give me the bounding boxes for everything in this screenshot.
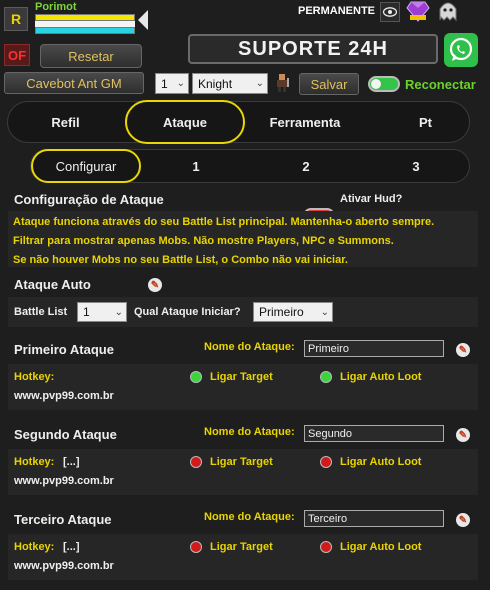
info-box: Ataque funciona através do seu Battle Li… bbox=[8, 211, 478, 267]
slot-select-value: 1 bbox=[161, 76, 168, 91]
whatsapp-icon[interactable] bbox=[444, 33, 478, 67]
hotkey-label: Hotkey: bbox=[14, 371, 55, 383]
chevron-down-icon: ⌄ bbox=[255, 78, 264, 89]
tab-ataque[interactable]: Ataque bbox=[125, 100, 245, 144]
loot-status-dot[interactable] bbox=[320, 456, 332, 468]
qual-ataque-label: Qual Ataque Iniciar? bbox=[134, 306, 241, 318]
battle-list-select[interactable]: 1 ⌄ bbox=[77, 302, 127, 322]
info-line: Ataque funciona através do seu Battle Li… bbox=[13, 216, 435, 228]
cavebot-button[interactable]: Cavebot Ant GM bbox=[4, 72, 144, 94]
ligar-loot-label: Ligar Auto Loot bbox=[340, 371, 422, 383]
ligar-loot-label: Ligar Auto Loot bbox=[340, 541, 422, 553]
config-title: Configuração de Ataque bbox=[14, 192, 164, 207]
character-name: Porimot bbox=[35, 1, 77, 13]
pin-icon[interactable]: ✎ bbox=[456, 428, 470, 442]
qual-ataque-value: Primeiro bbox=[259, 305, 304, 319]
info-line: Se não houver Mobs no seu Battle List, o… bbox=[13, 254, 348, 266]
health-bar bbox=[35, 14, 135, 21]
resetar-button[interactable]: Resetar bbox=[40, 44, 142, 68]
attack-name-input[interactable]: Primeiro bbox=[304, 340, 444, 357]
chevron-down-icon: ⌄ bbox=[176, 78, 185, 89]
attack-name-label: Nome do Ataque: bbox=[204, 426, 295, 438]
loot-status-dot[interactable] bbox=[320, 371, 332, 383]
vocation-select-value: Knight bbox=[198, 76, 233, 91]
r-button[interactable]: R bbox=[4, 7, 28, 31]
target-status-dot[interactable] bbox=[190, 371, 202, 383]
ligar-target-label: Ligar Target bbox=[210, 541, 273, 553]
attack-title: Primeiro Ataque bbox=[14, 342, 114, 357]
mana-bar bbox=[35, 27, 135, 34]
permanente-label: PERMANENTE bbox=[298, 5, 376, 17]
sub-tabbar: Configurar 1 2 3 bbox=[30, 149, 470, 183]
pin-icon[interactable]: ✎ bbox=[456, 513, 470, 527]
tab-configurar[interactable]: Configurar bbox=[31, 149, 141, 183]
attack-name-label: Nome do Ataque: bbox=[204, 341, 295, 353]
site-url[interactable]: www.pvp99.com.br bbox=[14, 560, 114, 572]
ligar-target-label: Ligar Target bbox=[210, 371, 273, 383]
attack-panel: Hotkey: [...] Ligar Target Ligar Auto Lo… bbox=[8, 449, 478, 495]
site-url[interactable]: www.pvp99.com.br bbox=[14, 390, 114, 402]
battle-list-panel: Battle List 1 ⌄ Qual Ataque Iniciar? Prim… bbox=[8, 297, 478, 327]
slot-select[interactable]: 1 ⌄ bbox=[155, 73, 189, 94]
tab-refil[interactable]: Refil bbox=[18, 102, 113, 142]
hotkey-label: Hotkey: bbox=[14, 456, 55, 468]
off-button[interactable]: OF bbox=[4, 44, 30, 66]
gem-icon[interactable] bbox=[406, 0, 430, 27]
chevron-down-icon: ⌄ bbox=[114, 306, 123, 318]
battle-list-value: 1 bbox=[83, 305, 90, 319]
vocation-select[interactable]: Knight ⌄ bbox=[192, 73, 268, 94]
attack-title: Segundo Ataque bbox=[14, 427, 117, 442]
attack-panel: Hotkey: [...] Ligar Target Ligar Auto Lo… bbox=[8, 534, 478, 580]
tab-ferramenta[interactable]: Ferramenta bbox=[250, 102, 360, 142]
site-url[interactable]: www.pvp99.com.br bbox=[14, 475, 114, 487]
eye-icon[interactable] bbox=[380, 2, 400, 22]
ligar-loot-label: Ligar Auto Loot bbox=[340, 456, 422, 468]
hotkey-value[interactable]: [...] bbox=[63, 456, 80, 468]
attack-name-label: Nome do Ataque: bbox=[204, 511, 295, 523]
attack-name-input[interactable]: Terceiro bbox=[304, 510, 444, 527]
salvar-button[interactable]: Salvar bbox=[299, 73, 359, 95]
tab-3[interactable]: 3 bbox=[381, 150, 451, 182]
battle-list-label: Battle List bbox=[14, 306, 68, 318]
hud-label: Ativar Hud? bbox=[340, 193, 403, 205]
reconectar-label: Reconectar bbox=[405, 77, 476, 92]
tab-1[interactable]: 1 bbox=[161, 150, 231, 182]
collapse-arrow-icon[interactable] bbox=[138, 10, 148, 30]
character-icon bbox=[273, 72, 293, 99]
attack-title: Terceiro Ataque bbox=[14, 512, 112, 527]
info-line: Filtrar para mostrar apenas Mobs. Não mo… bbox=[13, 235, 394, 247]
suporte-banner[interactable]: SUPORTE 24H bbox=[188, 34, 438, 64]
tab-pt[interactable]: Pt bbox=[378, 102, 473, 142]
ataque-auto-label: Ataque Auto bbox=[14, 277, 91, 292]
chevron-down-icon: ⌄ bbox=[320, 306, 329, 318]
qual-ataque-select[interactable]: Primeiro ⌄ bbox=[253, 302, 333, 322]
main-tabbar: Refil Ataque Ferramenta Pt bbox=[7, 100, 473, 144]
pin-icon[interactable]: ✎ bbox=[456, 343, 470, 357]
ghost-icon[interactable] bbox=[436, 0, 460, 27]
attack-panel: Hotkey: Ligar Target Ligar Auto Loot www… bbox=[8, 364, 478, 410]
pin-icon[interactable]: ✎ bbox=[148, 278, 162, 292]
reconectar-toggle[interactable] bbox=[368, 76, 400, 92]
tab-2[interactable]: 2 bbox=[271, 150, 341, 182]
target-status-dot[interactable] bbox=[190, 456, 202, 468]
target-status-dot[interactable] bbox=[190, 541, 202, 553]
hotkey-value[interactable]: [...] bbox=[63, 541, 80, 553]
ligar-target-label: Ligar Target bbox=[210, 456, 273, 468]
hotkey-label: Hotkey: bbox=[14, 541, 55, 553]
attack-name-input[interactable]: Segundo bbox=[304, 425, 444, 442]
loot-status-dot[interactable] bbox=[320, 541, 332, 553]
